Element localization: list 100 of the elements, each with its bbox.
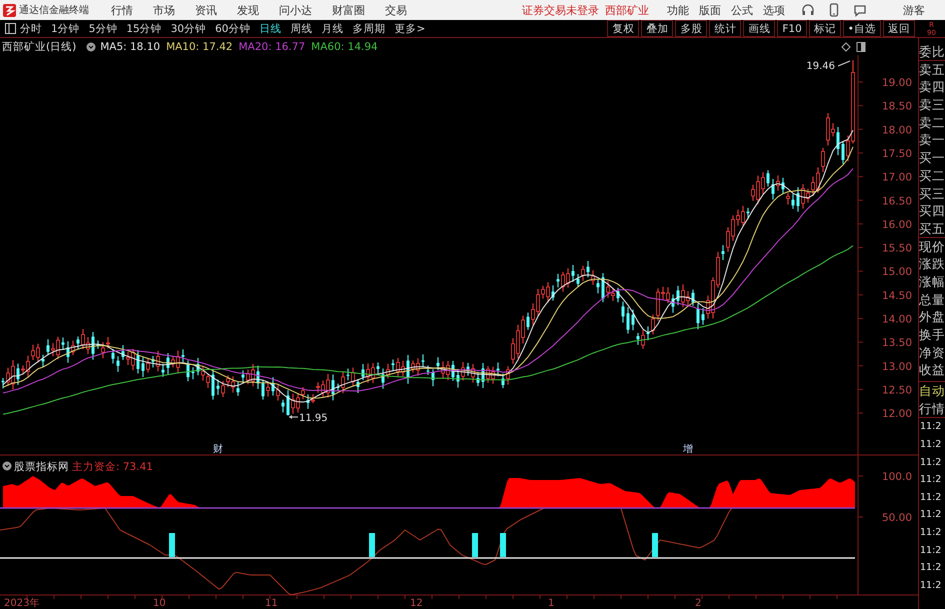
trade-time: 11:2	[919, 508, 942, 522]
price-tick-label: 14.50	[882, 290, 912, 302]
menu-item[interactable]: 交易	[385, 2, 407, 18]
signal-bar	[169, 533, 175, 557]
trade-time: 11:2	[919, 490, 942, 505]
message-icon[interactable]	[853, 3, 867, 17]
period-tab[interactable]: 更多>	[394, 22, 426, 36]
trade-time: 11:2	[919, 420, 942, 434]
period-tab[interactable]: 月线	[322, 22, 344, 36]
quote-field-label: 卖五	[919, 60, 945, 78]
price-tick-label: 15.50	[882, 242, 912, 255]
quote-field-label: 买二	[919, 166, 945, 184]
menu-item[interactable]: 市场	[153, 2, 175, 18]
price-tick-label: 12.50	[882, 384, 912, 396]
menu-item[interactable]: 版面	[699, 2, 721, 18]
toolbar-button[interactable]: •自选	[842, 20, 881, 37]
moving-average-legend: MA60: 14.94	[311, 40, 378, 52]
quote-field-label: 委比	[919, 43, 945, 61]
price-tick-label: 14.00	[882, 314, 912, 326]
menu-item[interactable]: 选项	[763, 2, 785, 18]
toolbar-button[interactable]: 叠加	[641, 20, 674, 37]
toolbar-button[interactable]: 统计	[709, 20, 742, 37]
quote-field-label: 换手	[919, 326, 945, 344]
quote-field-label: 收益	[919, 361, 945, 380]
app-logo-icon	[3, 4, 16, 16]
price-tick-label: 12.00	[882, 408, 912, 420]
event-marker: 财	[213, 444, 223, 455]
period-tab[interactable]: 1分钟	[51, 22, 80, 36]
toolbar-button[interactable]: 画线	[743, 20, 776, 37]
price-tick-label: 13.00	[882, 360, 912, 373]
quote-field-label: 涨跌	[919, 255, 945, 273]
menu-item[interactable]: 资讯	[195, 2, 217, 18]
menu-item[interactable]: 发现	[237, 2, 259, 18]
price-tick-label: 13.50	[882, 337, 912, 350]
dropdown-icon[interactable]	[2, 462, 12, 470]
high-price-label: 19.46	[806, 61, 835, 72]
price-tick-label: 18.50	[882, 100, 912, 113]
dropdown-icon[interactable]	[86, 42, 96, 52]
quote-field-label: 外盘	[919, 308, 945, 326]
menu-item[interactable]: 问小达	[279, 2, 312, 18]
chart-title: 西部矿业(日线)	[2, 40, 76, 54]
price-tick-label: 16.00	[882, 218, 912, 231]
quote-field-label: 买三	[919, 184, 945, 202]
period-tab[interactable]: 15分钟	[126, 22, 162, 36]
quote-field-label: 总量	[919, 290, 945, 308]
date-label: 1	[548, 598, 554, 609]
toolbar-button[interactable]: 返回	[883, 20, 915, 37]
period-tab[interactable]: 周线	[290, 22, 312, 36]
price-tick-label: 16.50	[882, 195, 912, 208]
phone-icon[interactable]	[827, 3, 841, 17]
signal-bar	[500, 533, 506, 557]
quote-field-label: 涨幅	[919, 272, 945, 291]
moving-average-legend: MA10: 17.42	[166, 40, 233, 52]
mode-tab[interactable]: 自动	[919, 382, 945, 400]
price-tick-label: 15.00	[882, 266, 912, 278]
diamond-icon[interactable]	[841, 42, 851, 52]
quote-field-label: 卖二	[919, 114, 945, 132]
period-tab[interactable]: 60分钟	[215, 22, 250, 36]
leader-line	[288, 415, 298, 419]
period-tab[interactable]: 日线	[260, 22, 282, 36]
trade-time: 11:2	[919, 578, 942, 593]
trade-time: 11:2	[919, 456, 942, 470]
moving-average-legend: MA20: 16.77	[238, 40, 306, 52]
menu-item[interactable]: 行情	[111, 2, 133, 18]
event-marker: 增	[683, 444, 693, 455]
price-tick-label: 18.00	[882, 124, 912, 136]
quote-field-label: 卖一	[919, 131, 945, 150]
panel-icon[interactable]	[856, 42, 866, 52]
mode-tab[interactable]: 行情	[919, 400, 945, 418]
quote-field-label: 买四	[919, 202, 945, 220]
period-tab[interactable]: 多周期	[352, 22, 386, 36]
moving-average-legend: MA5: 18.10	[100, 40, 160, 52]
user-label[interactable]: 游客	[903, 2, 925, 18]
toolbar-button[interactable]: 多股	[675, 20, 708, 37]
app-title: 通达信金融终端	[19, 4, 89, 17]
menu-item[interactable]: 公式	[731, 2, 753, 18]
toolbar-button[interactable]: 标记	[808, 20, 841, 37]
period-tab[interactable]: 30分钟	[170, 22, 206, 36]
date-label: 12	[410, 598, 423, 609]
stock-name: 西部矿业	[605, 2, 649, 18]
low-price-label: 11.95	[299, 413, 328, 424]
date-label: 2	[695, 598, 702, 609]
indicator-name: 股票指标网	[14, 461, 69, 473]
toolbar-button[interactable]: F10	[777, 20, 807, 37]
signal-bar	[369, 533, 375, 557]
trade-time: 11:2	[919, 526, 942, 540]
headset-icon[interactable]	[801, 3, 815, 17]
toolbar-button[interactable]: 复权	[607, 20, 640, 37]
menu-item[interactable]: 功能	[667, 2, 689, 18]
price-tick-label: 17.00	[882, 172, 912, 184]
date-label: 2023年	[4, 598, 40, 609]
signal-bar	[652, 533, 658, 557]
date-label: 11	[265, 598, 278, 609]
period-tab[interactable]: 5分钟	[88, 22, 118, 36]
menu-item[interactable]: 财富圈	[332, 2, 365, 18]
indicator-tick-label: 50.00	[882, 512, 912, 524]
quote-field-label: 卖四	[919, 78, 945, 96]
signal-bar	[472, 533, 478, 557]
panel-toggle-icon[interactable]	[5, 23, 16, 34]
period-tab[interactable]: 分时	[20, 22, 42, 36]
